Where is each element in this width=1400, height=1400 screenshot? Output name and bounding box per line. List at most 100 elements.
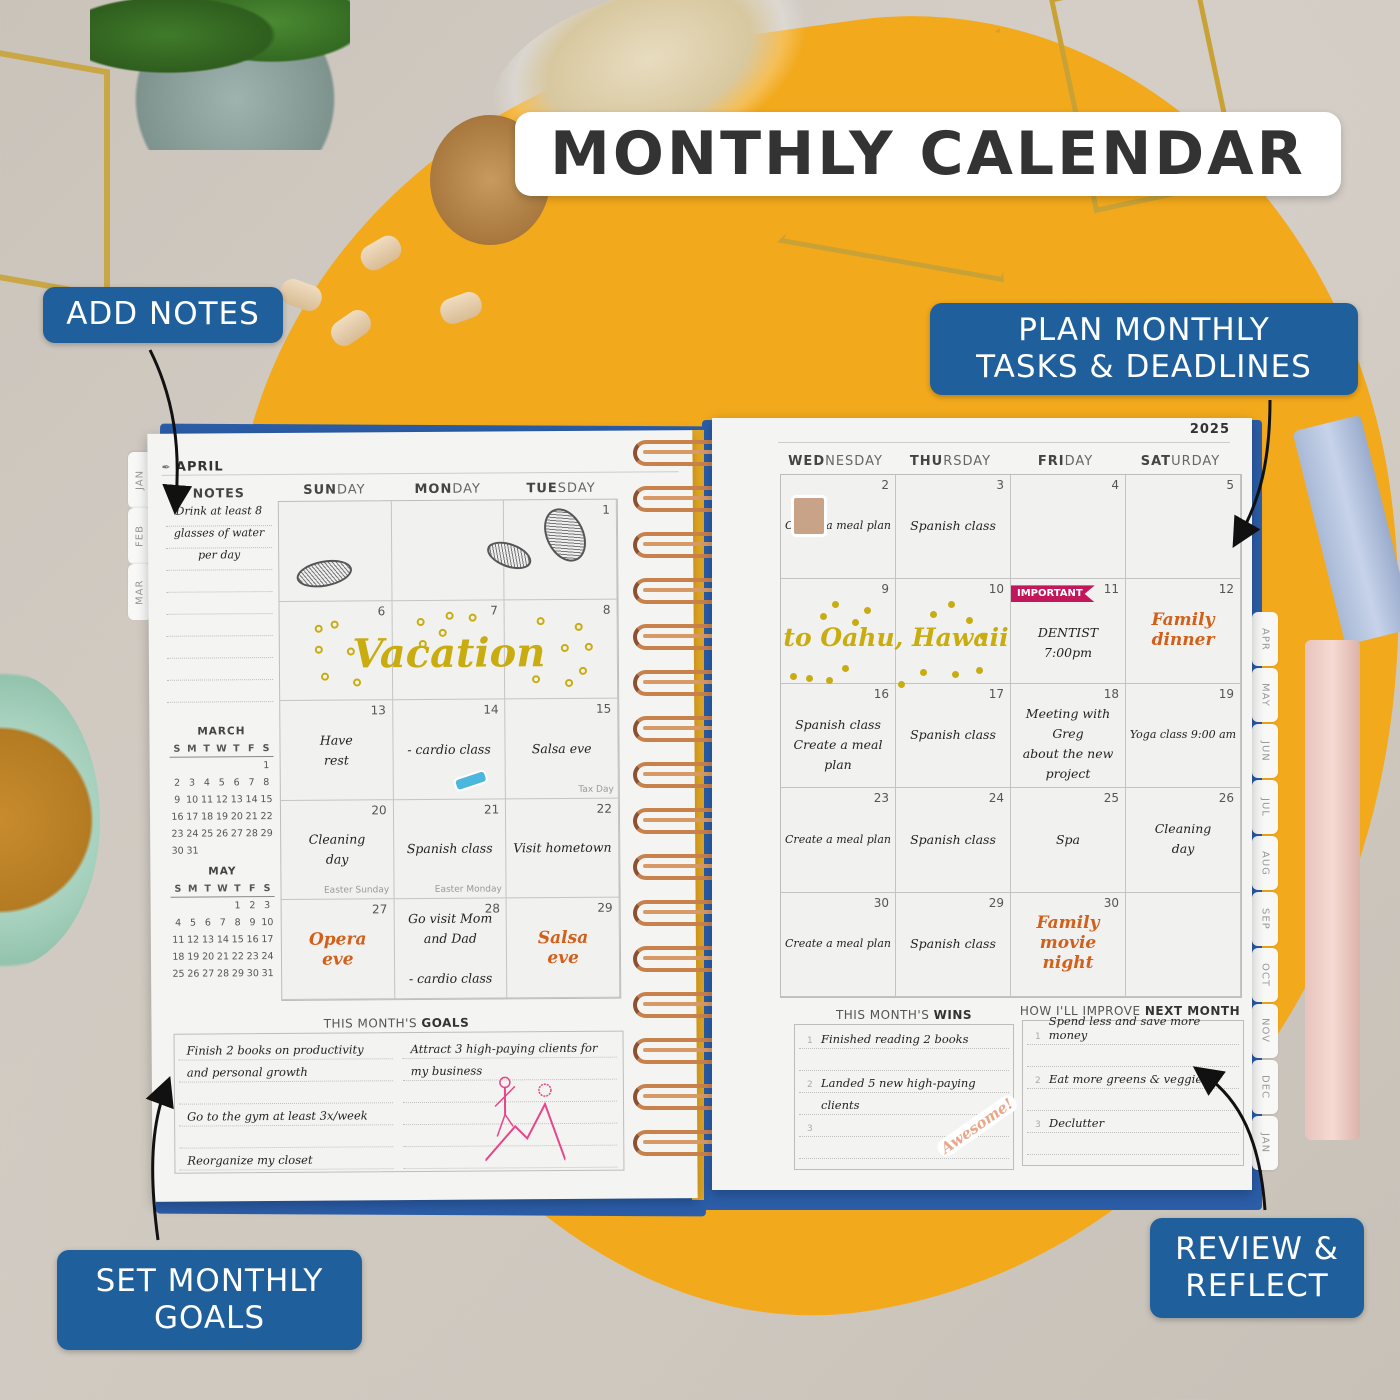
notes-line[interactable] [166, 570, 273, 593]
mini-calendar-day[interactable]: 20 [229, 811, 244, 822]
notes-line[interactable]: per day [166, 548, 273, 571]
goal-line[interactable]: and personal growth [178, 1059, 393, 1083]
calendar-day-cell[interactable]: 10 [896, 579, 1011, 684]
calendar-day-cell[interactable]: 20 Cleaning day Easter Sunday [280, 799, 395, 901]
mini-calendar-day[interactable]: 3 [260, 900, 275, 911]
mini-calendar-day[interactable]: 17 [260, 934, 275, 945]
calendar-day-cell[interactable]: 17 Spanish class [896, 683, 1011, 789]
mini-calendar-day[interactable]: 28 [216, 968, 231, 979]
calendar-day-cell[interactable] [1126, 892, 1241, 997]
mini-calendar-day[interactable]: 10 [260, 917, 275, 928]
notes-line[interactable]: Drink at least 8 [165, 504, 272, 527]
improve-item[interactable] [1027, 1045, 1239, 1067]
calendar-day-cell[interactable]: 14 - cardio class [392, 699, 507, 800]
mini-calendar-day[interactable]: 8 [230, 917, 245, 928]
mini-calendar-day[interactable]: 15 [259, 794, 274, 805]
mini-calendar-day[interactable]: 25 [171, 969, 186, 980]
calendar-day-cell[interactable]: 23 Create a meal plan [781, 788, 896, 893]
calendar-day-cell[interactable]: 4 [1011, 475, 1126, 580]
calendar-day-cell[interactable]: 21 Spanish class Easter Monday [393, 799, 507, 900]
mini-calendar-day[interactable]: 19 [215, 811, 230, 822]
tab-apr[interactable]: APR [1252, 612, 1278, 666]
mini-calendar-day[interactable]: 5 [214, 777, 229, 788]
mini-calendar-day[interactable]: 21 [244, 811, 259, 822]
mini-calendar-day[interactable]: 7 [244, 777, 259, 788]
mini-calendar-day[interactable]: 29 [230, 968, 245, 979]
mini-calendar-day[interactable]: 20 [201, 951, 216, 962]
mini-calendar-day[interactable]: 30 [170, 846, 185, 857]
tab-jan-next[interactable]: JAN [1252, 1116, 1278, 1170]
mini-calendar-day[interactable]: 27 [201, 968, 216, 979]
mini-calendar-day[interactable]: 2 [170, 778, 185, 789]
mini-calendar-day[interactable]: 16 [170, 812, 185, 823]
calendar-day-cell[interactable]: 6 [279, 600, 393, 702]
mini-calendar-day[interactable]: 27 [230, 828, 245, 839]
notes-line[interactable] [166, 658, 274, 681]
calendar-day-cell[interactable]: 22 Visit hometown [506, 798, 620, 899]
mini-calendar-day[interactable]: 17 [185, 812, 200, 823]
mini-calendar-day[interactable]: 12 [214, 794, 229, 805]
calendar-day-cell[interactable]: 13 Have rest [280, 700, 394, 801]
calendar-day-cell[interactable]: 12 Family dinner [1126, 579, 1241, 684]
calendar-day-cell[interactable]: 29 Salsa eve [506, 898, 621, 999]
calendar-day-cell[interactable]: 18 Meeting with Greg about the new projec… [1011, 683, 1126, 789]
calendar-day-cell[interactable]: 27 Opera eve [281, 899, 395, 1000]
mini-calendar-day[interactable]: 21 [216, 951, 231, 962]
notes-line[interactable] [167, 680, 274, 703]
mini-calendar-day[interactable]: 14 [215, 934, 230, 945]
calendar-day-cell[interactable]: 26 Cleaning day [1126, 788, 1241, 893]
calendar-day-cell[interactable]: 3 Spanish class [896, 475, 1011, 580]
win-item[interactable]: clients [799, 1093, 1009, 1115]
improve-item[interactable] [1027, 1133, 1239, 1155]
mini-calendar-day[interactable]: 29 [259, 828, 274, 839]
mini-calendar-day[interactable]: 1 [230, 900, 245, 911]
goal-line[interactable]: Finish 2 books on productivity [178, 1037, 393, 1061]
mini-calendar-day[interactable]: 18 [171, 952, 186, 963]
tab-dec[interactable]: DEC [1252, 1060, 1278, 1114]
mini-calendar-day[interactable]: 23 [170, 829, 185, 840]
mini-calendar-day[interactable]: 18 [200, 811, 215, 822]
win-item[interactable] [799, 1137, 1009, 1159]
calendar-day-cell[interactable]: 7 [392, 600, 506, 701]
mini-calendar-day[interactable]: 15 [230, 934, 245, 945]
mini-calendar-day[interactable]: 24 [260, 951, 275, 962]
calendar-day-cell[interactable] [278, 501, 393, 602]
goal-line[interactable]: Go to the gym at least 3x/week [179, 1103, 394, 1127]
notes-line[interactable]: glasses of water [165, 526, 273, 549]
mini-calendar-day[interactable]: 1 [259, 760, 274, 771]
mini-calendar-day[interactable]: 9 [245, 917, 260, 928]
mini-calendar-day[interactable]: 7 [215, 917, 230, 928]
calendar-day-cell[interactable]: 29 Spanish class [896, 892, 1011, 997]
calendar-day-cell[interactable]: 15 Salsa eve Tax Day [505, 698, 619, 800]
tab-may[interactable]: MAY [1252, 668, 1278, 722]
calendar-day-cell[interactable]: 19 Yoga class 9:00 am [1126, 683, 1241, 789]
calendar-day-cell[interactable]: 11 IMPORTANT DENTIST 7:00pm [1011, 579, 1126, 684]
mini-calendar-day[interactable]: 22 [259, 811, 274, 822]
mini-calendar-day[interactable]: 4 [199, 777, 214, 788]
mini-calendar-day[interactable]: 13 [229, 794, 244, 805]
calendar-day-cell[interactable]: 24 Spanish class [896, 788, 1011, 893]
goal-line[interactable] [178, 1081, 394, 1105]
calendar-day-cell[interactable]: 5 [1126, 475, 1241, 580]
goal-line[interactable]: Attract 3 high-paying clients for [402, 1035, 617, 1060]
calendar-day-cell[interactable]: 16 Spanish class Create a meal plan [781, 683, 896, 789]
tab-nov[interactable]: NOV [1252, 1004, 1278, 1058]
mini-calendar-day[interactable]: 30 [245, 968, 260, 979]
goal-line[interactable] [179, 1125, 394, 1149]
win-item[interactable]: 1 Finished reading 2 books [799, 1027, 1009, 1049]
mini-calendar-day[interactable]: 23 [245, 951, 260, 962]
tab-jul[interactable]: JUL [1252, 780, 1278, 834]
mini-calendar-day[interactable]: 13 [201, 934, 216, 945]
mini-calendar-day[interactable]: 3 [185, 778, 200, 789]
mini-calendar-day[interactable]: 5 [186, 918, 201, 929]
tab-oct[interactable]: OCT [1252, 948, 1278, 1002]
mini-calendar-day[interactable]: 6 [229, 777, 244, 788]
goal-line[interactable]: Reorganize my closet [179, 1147, 394, 1171]
mini-calendar-day[interactable]: 14 [244, 794, 259, 805]
notes-line[interactable] [166, 592, 273, 615]
notes-line[interactable] [166, 614, 273, 637]
improve-item[interactable]: 3 Declutter [1027, 1111, 1239, 1133]
calendar-day-cell[interactable]: 8 [504, 599, 619, 700]
mini-calendar-day[interactable]: 16 [245, 934, 260, 945]
mini-calendar-day[interactable]: 26 [215, 828, 230, 839]
